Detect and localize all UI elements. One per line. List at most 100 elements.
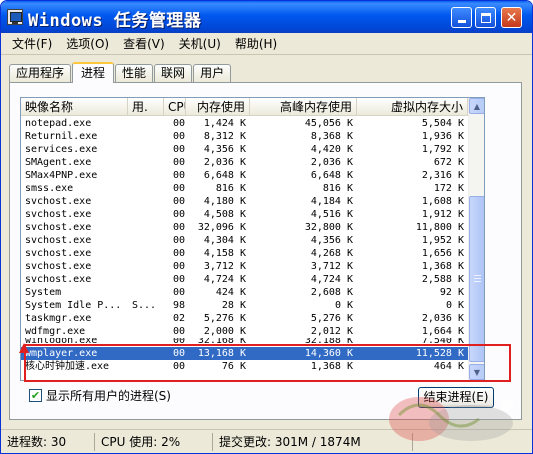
process-vm-size: 1,368 K (421, 261, 464, 272)
menu-file[interactable]: 文件(F) (5, 35, 59, 52)
table-row[interactable]: svchost.exe 00 4,508 K 4,516 K 1,912 K (21, 208, 468, 221)
show-all-users-checkbox[interactable]: ✔ (29, 389, 42, 402)
table-row[interactable]: System 00 424 K 2,608 K 92 K (21, 286, 468, 299)
process-cpu: 00 (173, 248, 186, 259)
process-name: services.exe (25, 144, 98, 155)
process-mem: 6,648 K (203, 170, 246, 181)
table-row[interactable]: svchost.exe 00 4,180 K 4,184 K 1,608 K (21, 195, 468, 208)
end-process-button[interactable]: 结束进程(E) (418, 387, 494, 408)
column-cpu[interactable]: CPU (164, 98, 186, 116)
table-row[interactable]: svchost.exe 00 4,158 K 4,268 K 1,656 K (21, 247, 468, 260)
process-cpu: 00 (173, 209, 186, 220)
process-mem: 4,356 K (203, 144, 246, 155)
table-row[interactable]: winlogon.exe 0032,168 K32,188 K7,540 K (21, 338, 468, 347)
tab-networking[interactable]: 联网 (154, 64, 193, 82)
process-vm-size: 11,800 K (415, 222, 464, 233)
process-name: smss.exe (25, 183, 74, 194)
menu-options[interactable]: 选项(O) (59, 35, 116, 52)
process-user (128, 130, 164, 143)
table-row[interactable]: svchost.exe 00 32,096 K 32,800 K 11,800 K (21, 221, 468, 234)
vertical-scrollbar[interactable]: ▲ ▼ (468, 98, 484, 380)
process-peak-mem: 5,276 K (310, 313, 353, 324)
process-name: 核心时钟加速.exe (25, 361, 110, 372)
column-user[interactable]: 用. (128, 98, 164, 116)
process-vm-size: 1,792 K (421, 144, 464, 155)
maximize-button[interactable] (475, 7, 496, 28)
column-peak-mem[interactable]: 高峰内存使用 (250, 98, 357, 116)
process-name: Returnil.exe (25, 131, 98, 142)
title-bar[interactable]: Windows 任务管理器 ✕ (1, 1, 532, 33)
table-row[interactable]: 核心时钟加速.exe 00 76 K 1,368 K 464 K (21, 360, 468, 373)
process-mem: 3,712 K (203, 261, 246, 272)
process-user (128, 117, 164, 130)
process-mem: 32,168 K (186, 338, 250, 343)
tab-performance[interactable]: 性能 (115, 64, 154, 82)
process-user (128, 143, 164, 156)
process-peak-mem: 32,188 K (250, 338, 357, 343)
tab-processes[interactable]: 进程 (72, 62, 115, 83)
process-vm-size: 11,528 K (415, 348, 464, 359)
table-row[interactable]: System Idle P... S... 98 28 K 0 K 0 K (21, 299, 468, 312)
process-user (128, 247, 164, 260)
process-cpu: 98 (173, 300, 186, 311)
table-row[interactable]: svchost.exe 00 3,712 K 3,712 K 1,368 K (21, 260, 468, 273)
process-peak-mem: 816 K (322, 183, 353, 194)
table-row-selected[interactable]: wmplayer.exe 00 13,168 K 14,360 K 11,528 K (21, 347, 468, 360)
table-row[interactable]: SMAgent.exe 00 2,036 K 2,036 K 672 K (21, 156, 468, 169)
process-cpu: 00 (173, 287, 186, 298)
grip-line (474, 281, 481, 282)
table-row[interactable]: wdfmgr.exe 00 2,000 K 2,012 K 1,664 K (21, 325, 468, 338)
table-row[interactable]: Returnil.exe 00 8,312 K 8,368 K 1,936 K (21, 130, 468, 143)
process-user (128, 338, 164, 343)
process-user (128, 234, 164, 247)
process-vm-size: 172 K (433, 183, 464, 194)
tab-users[interactable]: 用户 (193, 64, 232, 82)
scroll-thumb[interactable] (469, 196, 484, 362)
table-row[interactable]: smss.exe 00 816 K 816 K 172 K (21, 182, 468, 195)
table-row[interactable]: svchost.exe 00 4,304 K 4,356 K 1,952 K (21, 234, 468, 247)
process-name: wdfmgr.exe (25, 326, 86, 337)
process-cpu: 00 (173, 222, 186, 233)
scroll-up-button[interactable]: ▲ (469, 98, 484, 114)
process-name: svchost.exe (25, 274, 92, 285)
process-peak-mem: 6,648 K (310, 170, 353, 181)
scroll-down-button[interactable]: ▼ (469, 364, 484, 380)
grip-line (474, 278, 481, 279)
task-manager-icon (7, 9, 23, 25)
table-row[interactable]: services.exe 00 4,356 K 4,420 K 1,792 K (21, 143, 468, 156)
process-vm-size: 1,608 K (421, 196, 464, 207)
column-image-name[interactable]: 映像名称 (21, 98, 128, 116)
column-vm-size[interactable]: 虚拟内存大小 (357, 98, 468, 116)
process-cpu: 00 (173, 361, 186, 372)
tab-applications[interactable]: 应用程序 (9, 64, 72, 82)
menu-view[interactable]: 查看(V) (116, 35, 172, 52)
table-row[interactable]: taskmgr.exe 02 5,276 K 5,276 K 2,036 K (21, 312, 468, 325)
process-mem: 816 K (215, 183, 246, 194)
process-vm-size: 2,316 K (421, 170, 464, 181)
process-user (128, 312, 164, 325)
menu-shutdown[interactable]: 关机(U) (172, 35, 228, 52)
process-mem: 4,724 K (203, 274, 246, 285)
process-cpu: 00 (173, 348, 186, 359)
process-vm-size: 1,936 K (421, 131, 464, 142)
process-peak-mem: 4,268 K (310, 248, 353, 259)
process-list-header: 映像名称 用. CPU 内存使用 高峰内存使用 虚拟内存大小 (21, 98, 468, 116)
process-list[interactable]: 映像名称 用. CPU 内存使用 高峰内存使用 虚拟内存大小 notepad.e… (20, 97, 485, 381)
menu-bar: 文件(F) 选项(O) 查看(V) 关机(U) 帮助(H) (1, 33, 532, 55)
minimize-button[interactable] (451, 7, 472, 28)
table-row[interactable]: notepad.exe 00 1,424 K 45,056 K 5,504 K (21, 117, 468, 130)
menu-help[interactable]: 帮助(H) (228, 35, 284, 52)
column-mem-usage[interactable]: 内存使用 (186, 98, 250, 116)
table-row[interactable]: SMax4PNP.exe 00 6,648 K 6,648 K 2,316 K (21, 169, 468, 182)
process-name: taskmgr.exe (25, 313, 92, 324)
process-peak-mem: 2,036 K (310, 157, 353, 168)
process-mem: 5,276 K (203, 313, 246, 324)
close-button[interactable]: ✕ (501, 7, 522, 28)
process-cpu: 00 (173, 157, 186, 168)
show-all-users-option[interactable]: ✔ 显示所有用户的进程(S) (29, 387, 171, 404)
process-peak-mem: 4,184 K (310, 196, 353, 207)
table-row[interactable]: svchost.exe 00 4,724 K 4,724 K 2,588 K (21, 273, 468, 286)
process-cpu: 00 (173, 196, 186, 207)
process-user (128, 208, 164, 221)
checkmark-icon: ✔ (30, 389, 41, 402)
